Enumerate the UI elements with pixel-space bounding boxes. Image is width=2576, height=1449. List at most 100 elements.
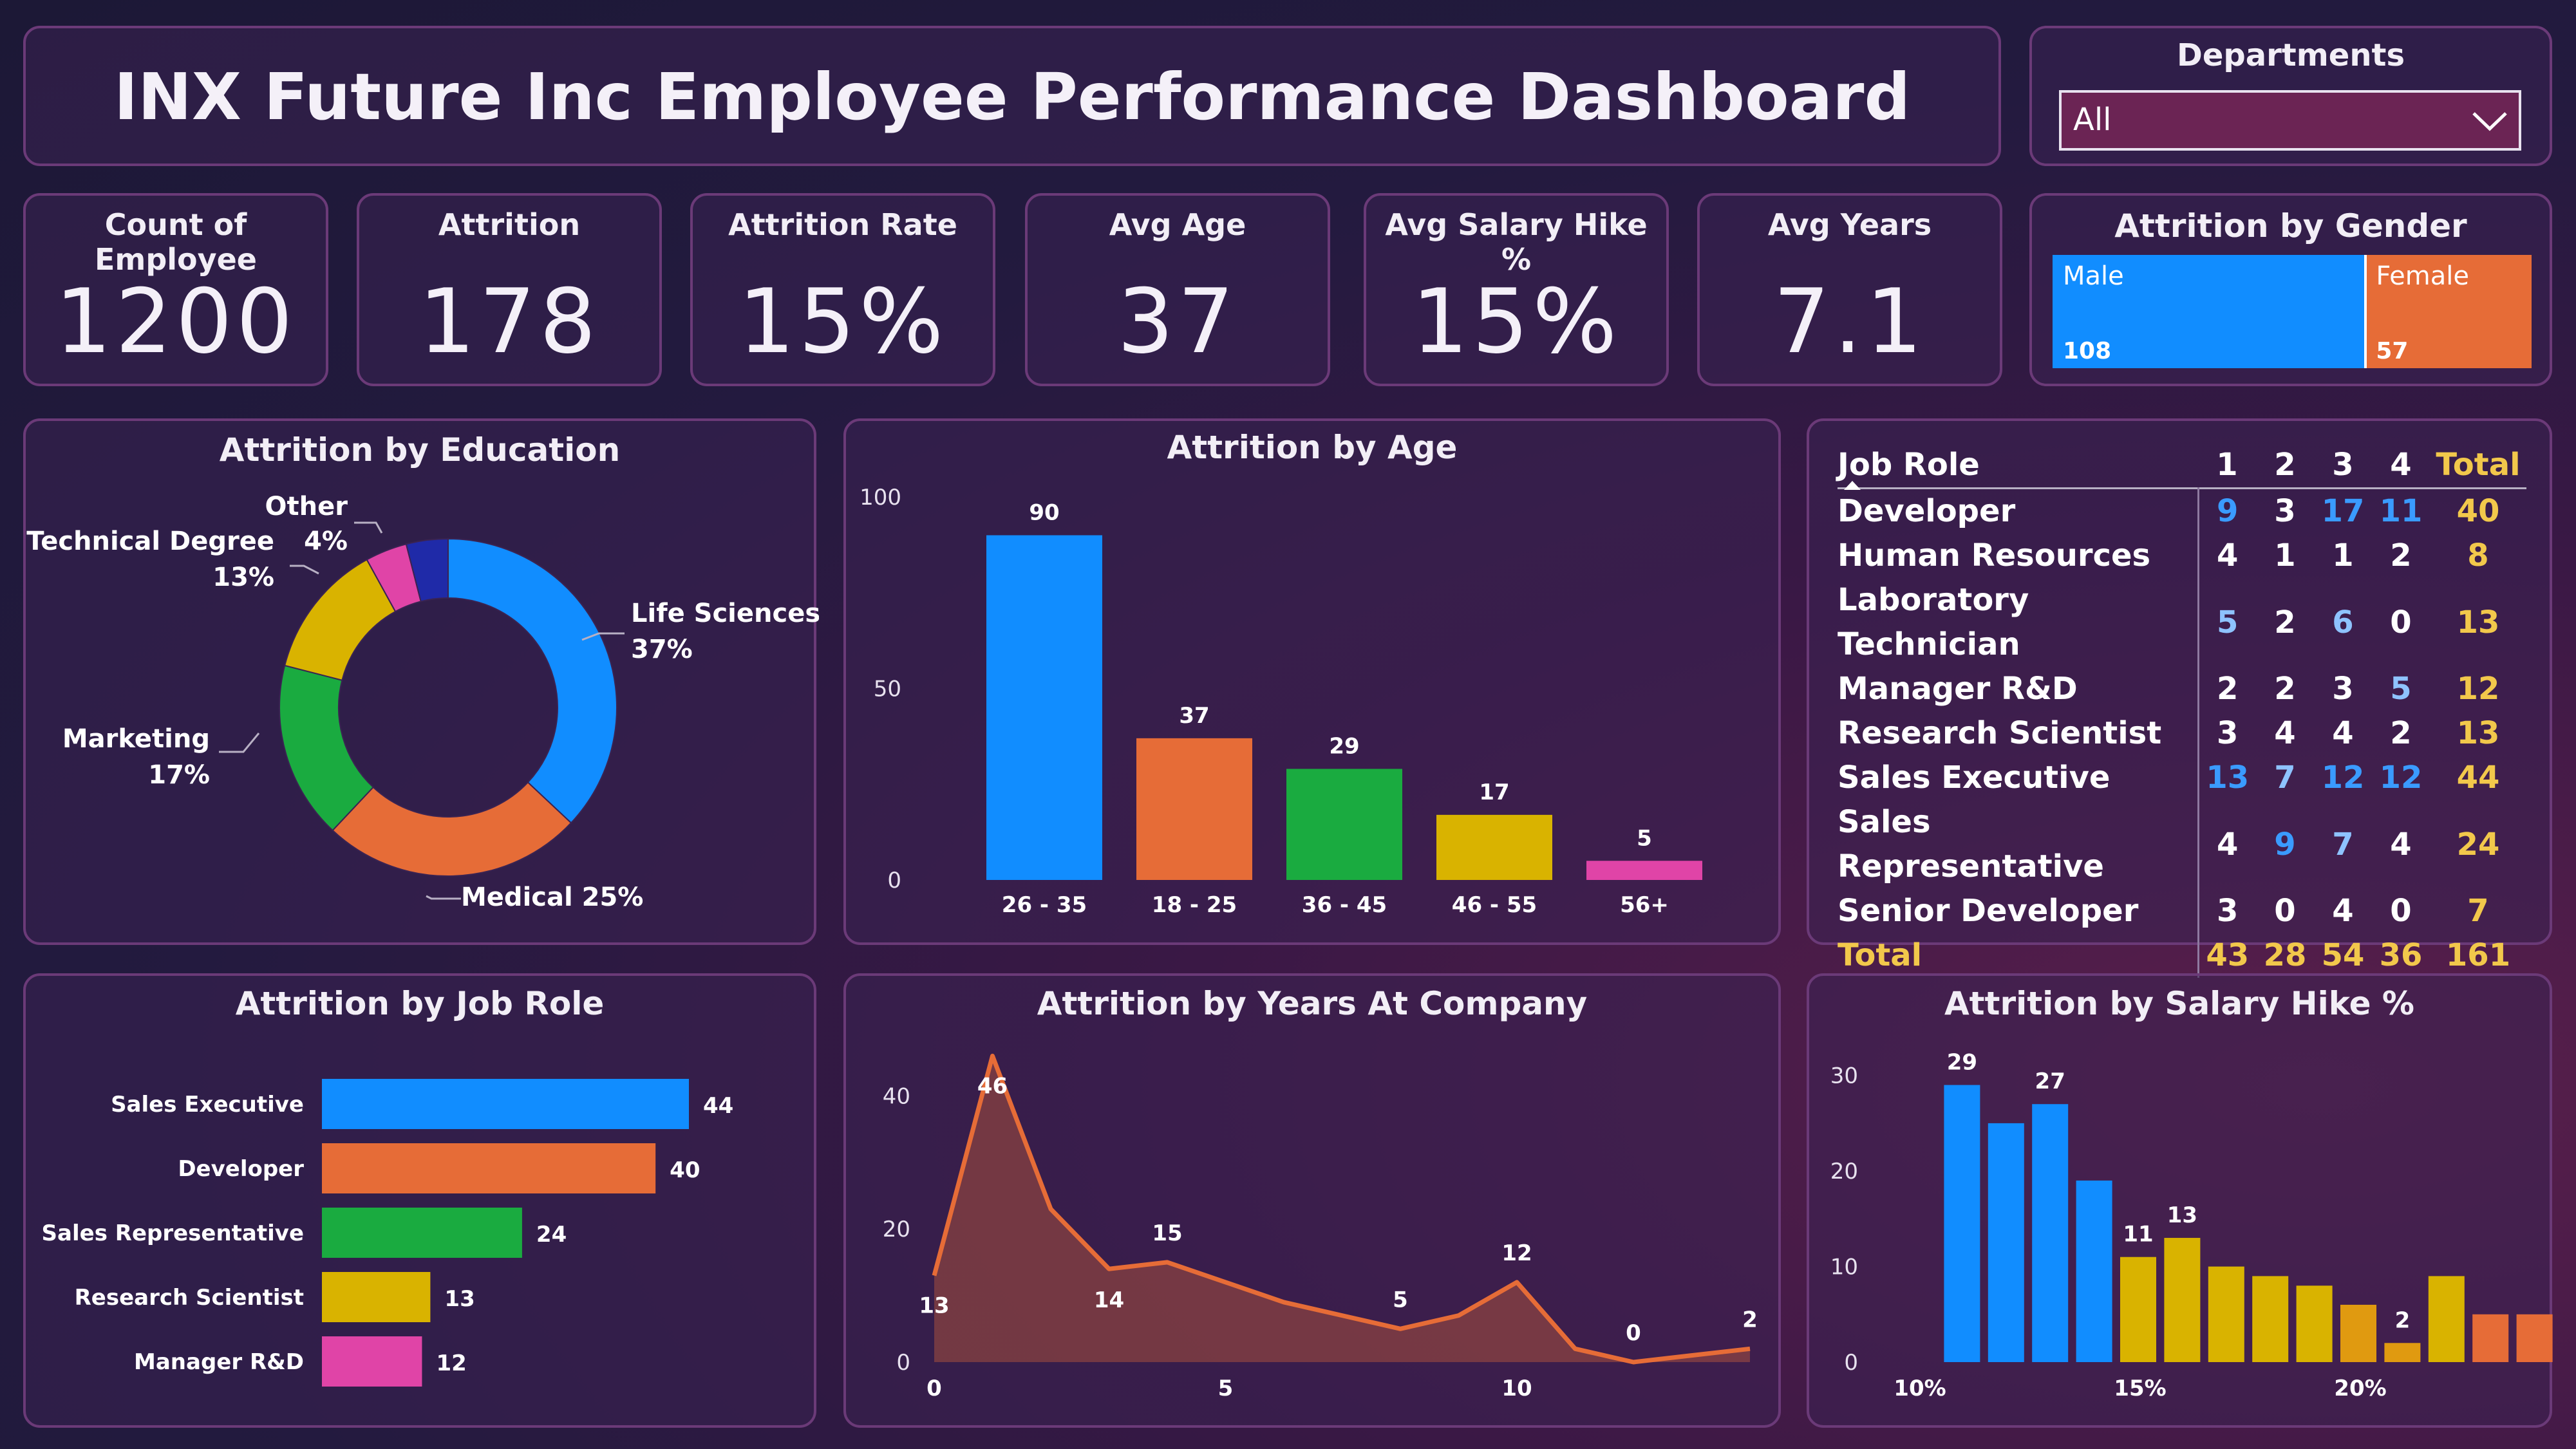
jobrole-matrix-panel: Job Role 1 2 3 4 Total Developer 9 3 17 11 40…	[1807, 418, 2552, 978]
salary-bar-23[interactable]	[2472, 1314, 2509, 1362]
salary-bar-18[interactable]	[2252, 1276, 2289, 1362]
matrix-cell: 11	[2379, 493, 2423, 529]
gender-title: Attrition by Gender	[2114, 207, 2467, 245]
salary-bar-13[interactable]	[2032, 1104, 2069, 1362]
salary-data-label: 13	[2167, 1202, 2197, 1228]
matrix-row-laboratory-technician[interactable]: Laboratory Technician 5 2 6 0 13	[1838, 578, 2526, 667]
years-data-label: 15	[1152, 1220, 1182, 1246]
salary-bar-11[interactable]	[1944, 1085, 1980, 1362]
age-bar-56[interactable]	[1586, 861, 1702, 880]
salary-bar-16[interactable]	[2164, 1238, 2201, 1362]
matrix-wrapper: Job Role 1 2 3 4 Total Developer 9 3 17 11 40…	[1838, 443, 2526, 978]
edu-label-medical: Medical 25%	[461, 883, 643, 912]
salary-bar-17[interactable]	[2208, 1266, 2244, 1362]
matrix-row-sales-executive[interactable]: Sales Executive 13 7 12 12 44	[1838, 756, 2526, 800]
salary-ytick: 10	[1830, 1255, 1858, 1280]
matrix-row-sales-representative[interactable]: Sales Representative 4 9 7 4 24	[1838, 800, 2526, 889]
matrix-cell: 24	[2456, 826, 2500, 863]
jobrole-matrix-table: Job Role 1 2 3 4 Total Developer 9 3 17 11 40…	[1838, 443, 2526, 978]
salary-bar-21[interactable]	[2384, 1343, 2421, 1362]
matrix-cell: 2	[2390, 538, 2412, 574]
salary-ytick: 0	[1844, 1350, 1858, 1376]
age-bar-18-25[interactable]	[1136, 738, 1252, 880]
years-data-label: 5	[1393, 1287, 1408, 1313]
jobrole-bar-developer[interactable]	[322, 1143, 656, 1193]
matrix-cell: 13	[2206, 760, 2250, 796]
age-bar-26-35[interactable]	[986, 535, 1102, 881]
matrix-cell: 2	[2274, 604, 2296, 640]
kpi-value: 7.1	[1773, 270, 1926, 373]
gender-segment-male[interactable]: Male 108	[2053, 255, 2367, 368]
years-data-label: 12	[1501, 1240, 1532, 1266]
matrix-cell: 12	[2321, 760, 2365, 796]
jobrole-bar-manager-r-d[interactable]	[322, 1336, 422, 1387]
age-data-label: 90	[1029, 500, 1059, 526]
salary-bar-24[interactable]	[2516, 1314, 2553, 1362]
kpi-avg-age: Avg Age 37	[1025, 193, 1330, 386]
matrix-cell: 9	[2217, 493, 2239, 529]
age-category-label: 56+	[1620, 892, 1669, 918]
salary-ytick: 30	[1830, 1063, 1858, 1089]
years-data-label: 0	[1626, 1320, 1641, 1346]
edu-slice-life-sciences[interactable]	[447, 538, 617, 824]
matrix-cell: 3	[2217, 715, 2239, 751]
gender-segment-female[interactable]: Female 57	[2367, 255, 2532, 368]
matrix-cell: 13	[2456, 715, 2500, 751]
matrix-col-4[interactable]: 4	[2372, 443, 2430, 489]
salary-bar-15[interactable]	[2120, 1257, 2156, 1362]
matrix-total-cell: Total	[1838, 933, 2199, 978]
age-bar-46-55[interactable]	[1436, 814, 1552, 880]
edu-label-marketing: Marketing	[62, 724, 210, 754]
matrix-cell: 1	[2332, 538, 2354, 574]
matrix-col-1[interactable]: 1	[2198, 443, 2256, 489]
salary-data-label: 2	[2395, 1307, 2411, 1333]
matrix-cell: 4	[2332, 715, 2354, 751]
kpi-attrition: Attrition 178	[357, 193, 662, 386]
edu-slice-medical[interactable]	[332, 781, 572, 877]
matrix-col-jobrole[interactable]: Job Role	[1838, 443, 2198, 490]
edu-label-life-sciences: Life Sciences	[631, 599, 819, 628]
departments-dropdown[interactable]: All	[2059, 90, 2521, 151]
matrix-row-developer[interactable]: Developer 9 3 17 11 40	[1838, 488, 2526, 534]
age-data-label: 37	[1179, 703, 1209, 729]
matrix-col-2[interactable]: 2	[2256, 443, 2314, 489]
matrix-cell: Sales Executive	[1838, 756, 2199, 800]
matrix-cell: 6	[2332, 604, 2354, 640]
jobrole-data-label: 12	[436, 1351, 466, 1376]
edu-pct-other: 4%	[304, 527, 348, 556]
age-bar-36-45[interactable]	[1286, 769, 1402, 880]
salary-bar-20[interactable]	[2340, 1304, 2376, 1362]
jobrole-bar-sales-representative[interactable]	[322, 1208, 522, 1258]
edu-pct-life-sciences: 37%	[631, 635, 693, 664]
salary-xtick: 10%	[1894, 1376, 1946, 1401]
jobrole-category-label: Sales Representative	[42, 1220, 304, 1246]
salary-bar-22[interactable]	[2428, 1276, 2465, 1362]
matrix-total-cell: 28	[2263, 937, 2307, 973]
jobrole-category-label: Manager R&D	[134, 1349, 304, 1375]
jobrole-bar-sales-executive[interactable]	[322, 1079, 689, 1129]
jobrole-bar-research-scientist[interactable]	[322, 1272, 431, 1322]
years-area-chart: 0 20 40 0 5 10 13 46 14 15 5 12 0 2	[883, 1053, 1758, 1401]
salary-bar-19[interactable]	[2296, 1285, 2333, 1362]
edu-pct-technical-degree: 13%	[212, 563, 274, 592]
matrix-total-row: Total 43 28 54 36 161	[1838, 933, 2526, 978]
matrix-row-manager-r-d[interactable]: Manager R&D 2 2 3 5 12	[1838, 667, 2526, 711]
page-title: INX Future Inc Employee Performance Dash…	[113, 59, 1911, 135]
matrix-row-senior-developer[interactable]: Senior Developer 3 0 4 0 7	[1838, 889, 2526, 933]
jobrole-data-label: 40	[670, 1157, 700, 1183]
matrix-col-3[interactable]: 3	[2314, 443, 2372, 489]
salary-data-label: 29	[1947, 1050, 1977, 1076]
kpi-value: 15%	[1411, 270, 1621, 373]
matrix-row-human-resources[interactable]: Human Resources 4 1 1 2 8	[1838, 534, 2526, 578]
matrix-cell: 44	[2456, 760, 2500, 796]
salary-bar-14[interactable]	[2076, 1180, 2112, 1362]
matrix-col-total[interactable]: Total	[2430, 443, 2526, 489]
salary-data-label: 27	[2035, 1069, 2065, 1094]
gender-panel: Attrition by Gender Male 108 Female 57	[2029, 193, 2552, 386]
kpi-avg-years: Avg Years 7.1	[1697, 193, 2002, 386]
salary-bar-12[interactable]	[1988, 1123, 2024, 1362]
matrix-cell: 2	[2217, 671, 2239, 707]
matrix-cell: 40	[2456, 493, 2500, 529]
matrix-cell: Senior Developer	[1838, 889, 2199, 933]
matrix-row-research-scientist[interactable]: Research Scientist 3 4 4 2 13	[1838, 711, 2526, 756]
